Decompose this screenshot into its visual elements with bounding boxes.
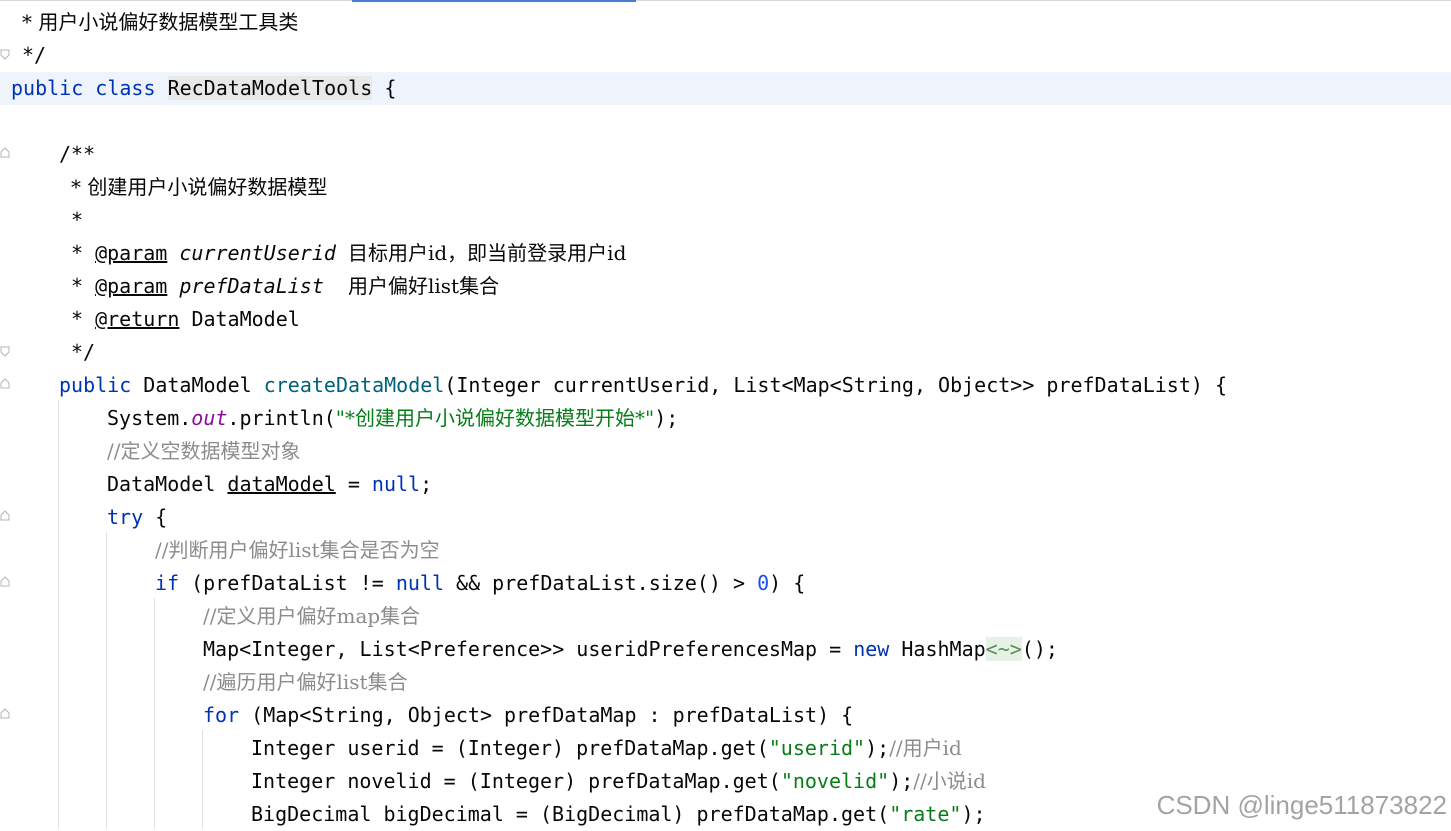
code-text: = [335,472,372,496]
code-line: */ [0,336,1451,369]
return-type: DataModel [143,373,252,397]
javadoc-param: currentUserid [179,241,336,265]
keyword: new [853,637,890,661]
line-comment: //定义用户偏好map集合 [203,604,421,628]
code-text: (); [1021,637,1058,661]
doc-comment: /** [59,142,96,166]
keyword: class [95,76,156,100]
code-text: .println( [227,406,336,430]
code-line: * @param currentUserid 目标用户id，即当前登录用户id [0,237,1451,270]
code-line: public DataModel createDataModel(Integer… [0,369,1451,402]
javadoc-desc: DataModel [191,307,300,331]
code-line: //判断用户偏好list集合是否为空 [0,534,1451,567]
code-line: //定义用户偏好map集合 [0,600,1451,633]
code-line: * 用户小说偏好数据模型工具类 [0,6,1451,39]
javadoc-tag: @param [95,274,168,298]
code-text: System. [107,406,192,430]
javadoc-desc: 用户偏好list集合 [347,274,500,298]
keyword: public [59,373,132,397]
code-line: Map<Integer, List<Preference>> useridPre… [0,633,1451,666]
keyword: try [107,505,144,529]
code-text: ); [865,736,890,760]
line-comment: //定义空数据模型对象 [107,439,301,463]
code-text: (prefDataList != [179,571,396,595]
doc-comment: * [71,208,84,232]
code-text: ) { [769,571,806,595]
code-text: Integer novelid = (Integer) prefDataMap.… [251,769,781,793]
line-comment: //判断用户偏好list集合是否为空 [155,538,440,562]
code-text: { [143,505,168,529]
static-field: out [191,406,228,430]
code-line: for (Map<String, Object> prefDataMap : p… [0,699,1451,732]
string-literal: "userid" [768,736,866,760]
line-comment: //遍历用户偏好list集合 [203,670,408,694]
line-comment: //用户id [889,736,962,760]
current-code-line: public class RecDataModelTools { [0,72,1451,105]
method-params: (Integer currentUserid, List<Map<String,… [444,373,1228,397]
code-text: Map<Integer, List<Preference>> useridPre… [203,637,854,661]
keyword: public [11,76,84,100]
doc-star: * [71,241,84,265]
code-text: HashMap [889,637,986,661]
code-line: try { [0,501,1451,534]
code-editor[interactable]: * 用户小说偏好数据模型工具类 */ public class RecDataM… [0,6,1451,831]
doc-comment: */ [71,340,96,364]
doc-comment: */ [22,43,47,67]
code-line: DataModel dataModel = null; [0,468,1451,501]
code-line: /** [0,138,1451,171]
code-text: ); [654,406,679,430]
diamond-operator[interactable]: <~> [985,637,1022,661]
code-line: * [0,204,1451,237]
code-line: * @param prefDataList 用户偏好list集合 [0,270,1451,303]
doc-star: * [71,307,84,331]
csdn-watermark: CSDN @linge511873822 [1156,790,1447,820]
javadoc-param: prefDataList [179,274,324,298]
doc-comment: * 创建用户小说偏好数据模型 [71,175,328,199]
code-text: ); [961,802,986,826]
javadoc-desc: 目标用户id，即当前登录用户id [347,241,627,265]
code-text: DataModel [107,472,228,496]
code-line: if (prefDataList != null && prefDataList… [0,567,1451,600]
code-line: System.out.println("*创建用户小说偏好数据模型开始*"); [0,402,1451,435]
code-line: */ [0,39,1451,72]
variable: dataModel [227,472,336,496]
code-line: * @return DataModel [0,303,1451,336]
javadoc-tag: @param [95,241,168,265]
code-text: (Map<String, Object> prefDataMap : prefD… [239,703,854,727]
line-comment: //小说id [913,769,986,793]
brace: { [384,76,397,100]
string-literal: "*创建用户小说偏好数据模型开始*" [335,406,655,430]
code-text: ; [420,472,433,496]
class-name: RecDataModelTools [167,76,373,100]
keyword: null [395,571,445,595]
code-line: //定义空数据模型对象 [0,435,1451,468]
code-text: Integer userid = (Integer) prefDataMap.g… [251,736,769,760]
string-literal: "novelid" [780,769,890,793]
keyword: if [155,571,180,595]
code-line: Integer userid = (Integer) prefDataMap.g… [0,732,1451,765]
code-text: BigDecimal bigDecimal = (BigDecimal) pre… [251,802,890,826]
string-literal: "rate" [889,802,962,826]
method-name: createDataModel [263,373,445,397]
keyword: null [371,472,421,496]
doc-comment: * 用户小说偏好数据模型工具类 [22,10,299,34]
code-text: && prefDataList.size() > [444,571,758,595]
code-line: //遍历用户偏好list集合 [0,666,1451,699]
javadoc-tag: @return [95,307,180,331]
doc-star: * [71,274,84,298]
number-literal: 0 [757,571,770,595]
active-tab-indicator [352,0,636,2]
top-border [0,0,1451,1]
keyword: for [203,703,240,727]
code-line: * 创建用户小说偏好数据模型 [0,171,1451,204]
code-text: ); [889,769,914,793]
